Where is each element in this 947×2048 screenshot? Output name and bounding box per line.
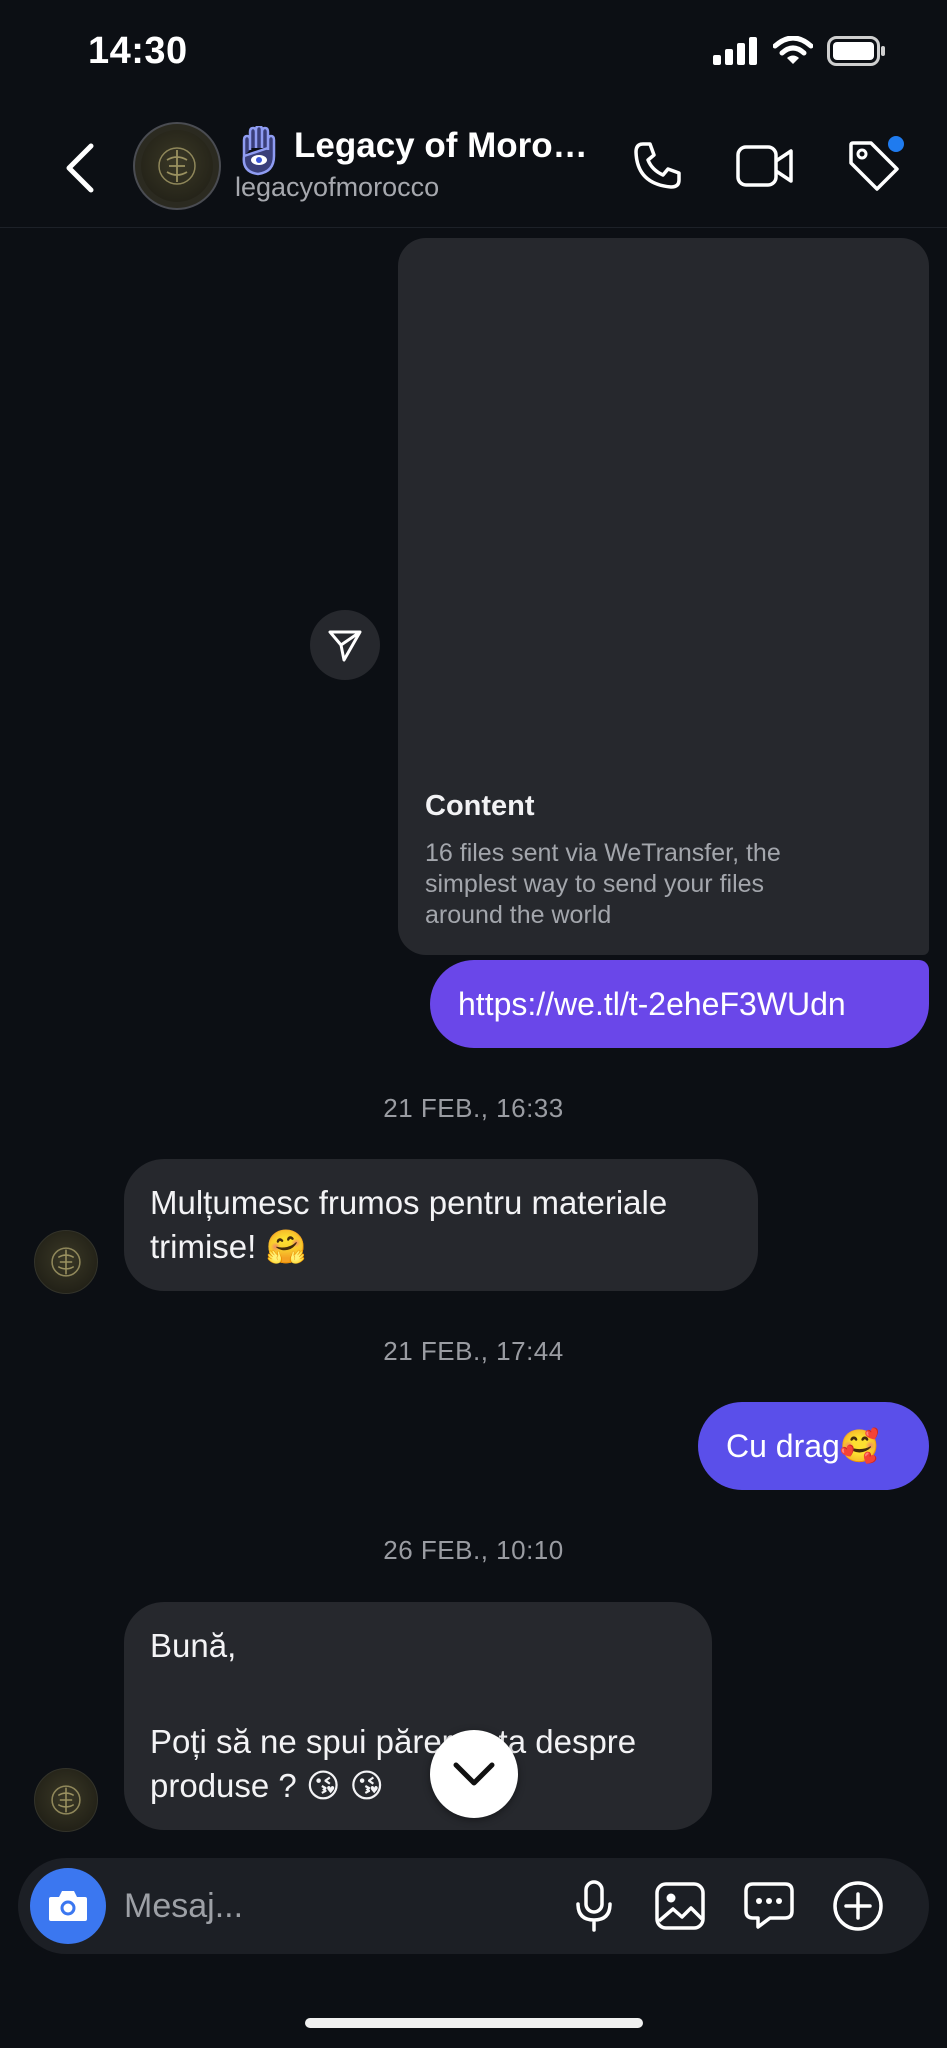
home-indicator [305,2018,643,2028]
scroll-to-bottom-button[interactable] [430,1730,518,1818]
phone-icon [634,142,681,189]
chat-bubble-icon [744,1882,794,1929]
avatar[interactable] [133,122,221,210]
message-text: Bună, [150,1627,237,1664]
message-text: Mulțumesc frumos pentru materiale [150,1184,668,1221]
gallery-icon [655,1882,705,1930]
contact-username: legacyofmorocco [235,172,440,202]
outgoing-message-bubble[interactable]: Cu drag🥰 [698,1402,929,1490]
more-options-button[interactable] [828,1876,888,1936]
share-button[interactable] [310,610,380,680]
chat-header: Legacy of Moro… legacyofmorocco [0,110,947,228]
send-icon [328,630,362,662]
incoming-message-bubble[interactable]: Bună, Poți să ne spui părerea ta despre … [124,1602,712,1830]
brand-logo-icon [51,1785,81,1815]
preview-title: Content [425,790,535,822]
avatar[interactable] [34,1230,98,1294]
preview-description: 16 files sent via WeTransfer, the simple… [425,839,781,929]
incoming-message-bubble[interactable]: Mulțumesc frumos pentru materiale trimis… [124,1159,758,1291]
voice-message-button[interactable] [564,1876,624,1936]
video-call-button[interactable] [733,134,797,198]
timestamp: 26 FEB., 10:10 [383,1535,564,1565]
wetransfer-link-preview[interactable]: Content 16 files sent via WeTransfer, th… [398,238,929,955]
message-composer [18,1858,929,1954]
brand-logo-icon [51,1247,81,1277]
contact-name[interactable]: Legacy of Moro… [294,126,588,166]
gallery-button[interactable] [650,1876,710,1936]
plus-circle-icon [833,1881,883,1931]
stickers-button[interactable] [739,1876,799,1936]
microphone-icon [576,1880,612,1932]
tag-button[interactable] [842,134,906,198]
call-button[interactable] [625,134,689,198]
video-call-icon [736,145,793,187]
message-input[interactable] [124,1878,444,1934]
camera-button[interactable] [30,1868,106,1944]
chevron-down-icon [453,1762,495,1786]
battery-icon [827,36,885,66]
link-message-bubble[interactable]: https://we.tl/t-2eheF3WUdn [430,960,929,1048]
message-text: produse ? 😘 😘 [150,1767,384,1804]
camera-icon [49,1891,87,1921]
brand-logo-icon [158,147,196,185]
signal-icon [713,37,757,65]
notification-dot [888,136,904,152]
hamsa-icon [242,126,276,176]
back-button[interactable] [58,138,102,198]
message-text: Poți să ne spui părerea ta despre [150,1723,637,1760]
timestamp: 21 FEB., 17:44 [383,1336,564,1366]
status-icons [713,36,887,66]
avatar[interactable] [34,1768,98,1832]
wifi-icon [773,36,813,64]
message-gap [150,1668,686,1720]
status-time: 14:30 [88,30,188,72]
timestamp: 21 FEB., 16:33 [383,1093,564,1123]
back-icon [66,143,94,193]
message-text: trimise! 🤗 [150,1228,307,1265]
